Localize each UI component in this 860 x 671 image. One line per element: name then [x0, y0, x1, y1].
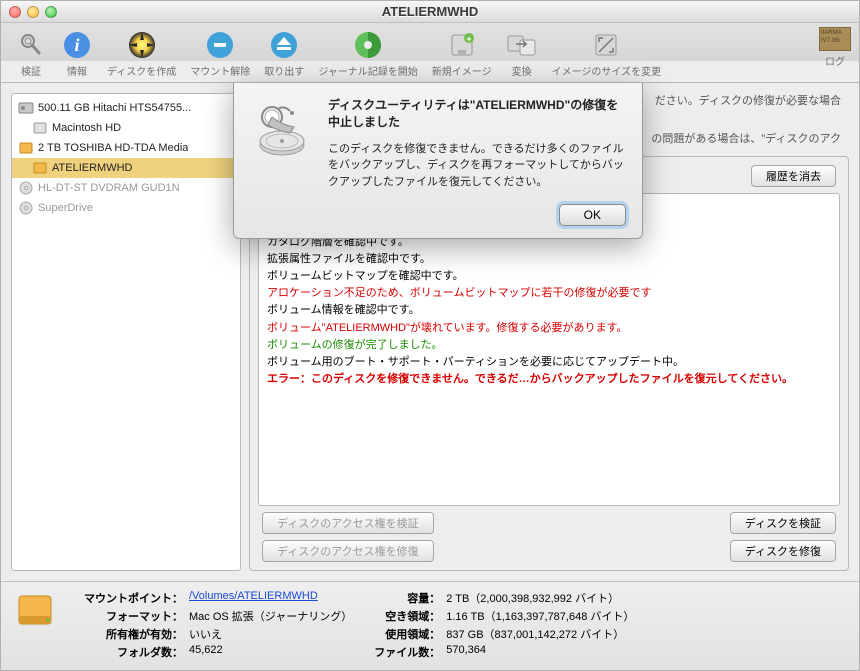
external-volume-icon: [32, 160, 48, 176]
log-toolbutton[interactable]: IIARMAIV7.36i ログ: [819, 27, 851, 68]
sidebar-item-label: HL-DT-ST DVDRAM GUD1N: [38, 182, 180, 194]
unmount-label: マウント解除: [190, 63, 250, 78]
unmount-toolbutton[interactable]: マウント解除: [184, 27, 256, 80]
action-buttons: ディスクのアクセス権を検証 ディスクを検証 ディスクのアクセス権を修復 ディスク…: [258, 512, 840, 562]
info-label: 情報: [67, 63, 87, 78]
right-info-column: 容量： 2 TB（2,000,398,932,992 バイト） 空き領域： 1.16…: [370, 590, 634, 660]
disk-utility-icon: [250, 97, 314, 226]
sidebar-item-label: Macintosh HD: [52, 122, 121, 134]
burn-label: ディスクを作成: [107, 63, 176, 78]
alert-dialog: ディスクユーティリティは"ATELIERMWHD"の修復を中止しました このディ…: [233, 83, 643, 239]
capacity-value: 2 TB（2,000,398,932,992 バイト）: [446, 590, 619, 606]
burn-toolbutton[interactable]: ディスクを作成: [101, 27, 182, 80]
dialog-title: ディスクユーティリティは"ATELIERMWHD"の修復を中止しました: [328, 97, 626, 131]
used-value: 837 GB（837,001,142,272 バイト）: [446, 626, 624, 642]
log-line: ボリューム情報を確認中です。: [267, 302, 831, 319]
window-title: ATELIERMWHD: [1, 4, 859, 19]
format-value: Mac OS 拡張（ジャーナリング）: [189, 608, 352, 624]
left-info-column: マウントポイント： /Volumes/ATELIERMWHD フォーマット： Mac…: [73, 590, 352, 660]
verify-label: 検証: [21, 63, 41, 78]
titlebar: ATELIERMWHD: [1, 1, 859, 23]
free-label: 空き領域：: [370, 608, 440, 624]
folders-value: 45,622: [189, 644, 223, 660]
journal-label: ジャーナル記録を開始: [318, 63, 418, 78]
sidebar-item-label: 500.11 GB Hitachi HTS54755...: [38, 102, 191, 114]
sidebar-item-label: SuperDrive: [38, 202, 93, 214]
convert-label: 変換: [512, 63, 532, 78]
verify-toolbutton[interactable]: 検証: [9, 27, 53, 80]
svg-text:i: i: [74, 35, 79, 55]
log-line: ボリューム用のブート・サポート・パーティションを必要に応じてアップデート中。: [267, 354, 831, 371]
log-label: ログ: [825, 57, 845, 68]
log-line: 拡張属性ファイルを確認中です。: [267, 251, 831, 268]
clear-history-button[interactable]: 履歴を消去: [751, 165, 836, 187]
sidebar-item-superdrive[interactable]: SuperDrive: [12, 198, 240, 218]
toolbar: 検証 i 情報 ディスクを作成 マウント解除 取り出す ジャーナル記録を開始 +…: [1, 23, 859, 83]
used-label: 使用領域：: [370, 626, 440, 642]
sidebar-item-internal-disk[interactable]: 500.11 GB Hitachi HTS54755...: [12, 98, 240, 118]
convert-toolbutton[interactable]: 変換: [500, 27, 544, 80]
new-image-toolbutton[interactable]: + 新規イメージ: [426, 27, 498, 80]
free-value: 1.16 TB（1,163,397,787,648 バイト）: [446, 608, 634, 624]
files-value: 570,364: [446, 644, 486, 660]
format-label: フォーマット：: [73, 608, 183, 624]
svg-text:+: +: [466, 34, 471, 44]
dialog-message: このディスクを修復できません。できるだけ多くのファイルをバックアップし、ディスク…: [328, 141, 626, 191]
disc-icon: [18, 180, 34, 196]
resize-image-label: イメージのサイズを変更: [552, 63, 662, 78]
window: ATELIERMWHD 検証 i 情報 ディスクを作成 マウント解除 取り出す …: [0, 0, 860, 671]
device-sidebar: 500.11 GB Hitachi HTS54755... Macintosh …: [11, 93, 241, 571]
owners-label: 所有権が有効：: [73, 626, 183, 642]
sidebar-item-label: ATELIERMWHD: [52, 162, 132, 174]
mount-point-link[interactable]: /Volumes/ATELIERMWHD: [189, 590, 318, 606]
volume-icon: [15, 590, 55, 630]
sidebar-item-external-disk[interactable]: 2 TB TOSHIBA HD-TDA Media: [12, 138, 240, 158]
capacity-label: 容量：: [370, 590, 440, 606]
verify-permissions-button[interactable]: ディスクのアクセス権を検証: [262, 512, 434, 534]
sidebar-item-ateliermwhd[interactable]: ATELIERMWHD: [12, 158, 240, 178]
info-footer: マウントポイント： /Volumes/ATELIERMWHD フォーマット： Mac…: [1, 581, 859, 670]
info-toolbutton[interactable]: i 情報: [55, 27, 99, 80]
log-line-error: ボリューム"ATELIERMWHD"が壊れています。修復する必要があります。: [267, 320, 831, 337]
owners-value: いいえ: [189, 626, 222, 642]
repair-disk-button[interactable]: ディスクを修復: [730, 540, 836, 562]
verify-disk-button[interactable]: ディスクを検証: [730, 512, 836, 534]
mount-point-label: マウントポイント：: [73, 590, 183, 606]
log-output: カタログファイルを確認中です。 マルチリンクファイルを確認中です。 カタログ階層…: [258, 193, 840, 506]
log-line-error: アロケーション不足のため、ボリュームビットマップに若干の修復が必要です: [267, 285, 831, 302]
disc-icon: [18, 200, 34, 216]
sidebar-item-optical-drive[interactable]: HL-DT-ST DVDRAM GUD1N: [12, 178, 240, 198]
new-image-label: 新規イメージ: [432, 63, 492, 78]
journal-toolbutton[interactable]: ジャーナル記録を開始: [312, 27, 424, 80]
resize-image-toolbutton[interactable]: イメージのサイズを変更: [546, 27, 668, 80]
ok-button[interactable]: OK: [559, 204, 626, 226]
volume-icon: [32, 120, 48, 136]
folders-label: フォルダ数：: [73, 644, 183, 660]
log-line: ボリュームビットマップを確認中です。: [267, 268, 831, 285]
sidebar-item-label: 2 TB TOSHIBA HD-TDA Media: [38, 142, 188, 154]
eject-toolbutton[interactable]: 取り出す: [258, 27, 310, 80]
external-hdd-icon: [18, 140, 34, 156]
eject-label: 取り出す: [264, 63, 304, 78]
log-line-success: ボリュームの修復が完了しました。: [267, 337, 831, 354]
log-line-error: エラー：このディスクを修復できません。できるだ…からバックアップしたファイルを復…: [267, 371, 831, 388]
hdd-icon: [18, 100, 34, 116]
sidebar-item-macintosh-hd[interactable]: Macintosh HD: [12, 118, 240, 138]
files-label: ファイル数：: [370, 644, 440, 660]
repair-permissions-button[interactable]: ディスクのアクセス権を修復: [262, 540, 434, 562]
